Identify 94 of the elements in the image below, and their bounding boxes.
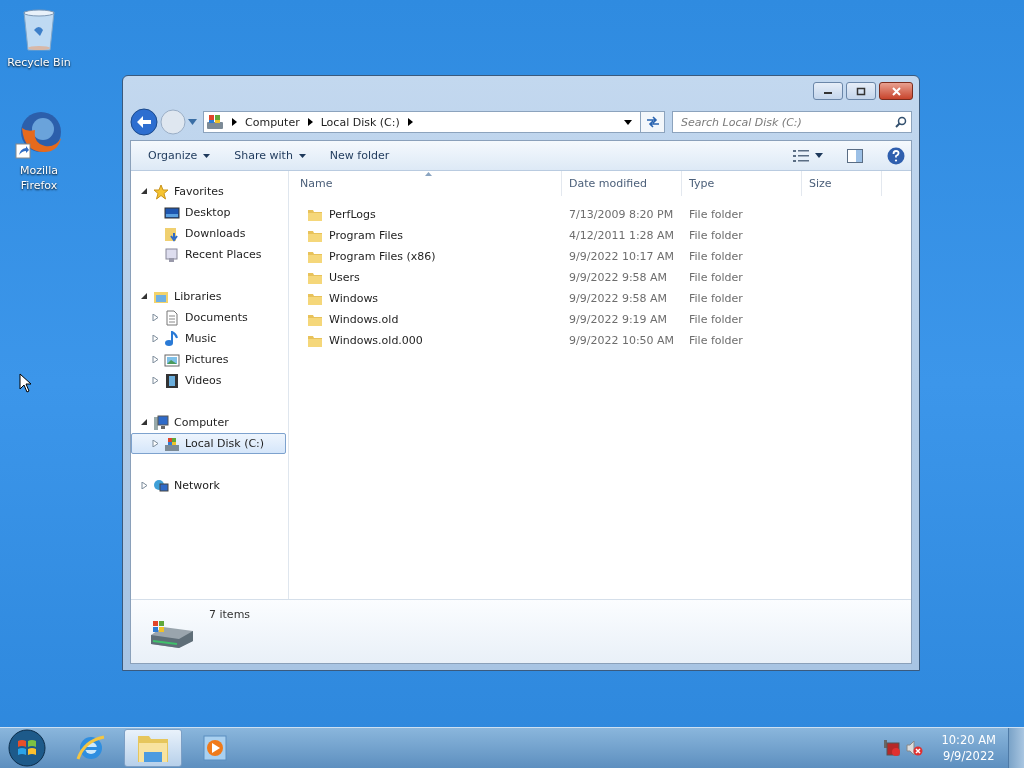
folder-icon xyxy=(307,249,323,264)
documents-icon xyxy=(164,309,180,326)
file-name[interactable]: Program Files xyxy=(329,229,404,242)
folder-icon xyxy=(307,270,323,285)
date-cell-text: 4/12/2011 1:28 AM xyxy=(568,229,676,242)
preview-pane-icon[interactable] xyxy=(847,148,863,163)
refresh-icon xyxy=(645,116,660,128)
dropdown-caret-icon[interactable] xyxy=(624,119,632,125)
nav-item[interactable]: Computer xyxy=(131,412,286,433)
breadcrumb-arrow-icon[interactable] xyxy=(232,118,237,126)
sort-arrow-icon xyxy=(425,172,432,176)
videos-icon xyxy=(164,372,180,389)
show-desktop-button[interactable] xyxy=(1008,728,1024,768)
music-icon xyxy=(164,330,180,347)
type-cell-text: File folder xyxy=(688,271,744,284)
nav-item[interactable]: Favorites xyxy=(131,181,286,202)
view-caret-icon[interactable] xyxy=(815,153,823,158)
column-header[interactable]: Date modified xyxy=(562,171,682,196)
file-name[interactable]: Windows.old xyxy=(329,313,399,326)
date-cell-text: 9/9/2022 9:58 AM xyxy=(568,292,669,305)
breadcrumb-item[interactable]: Computer xyxy=(245,115,300,129)
expander-icon[interactable] xyxy=(141,188,148,195)
nav-item[interactable]: Pictures xyxy=(131,349,286,370)
date-cell-text: 7/13/2009 8:20 PM xyxy=(568,208,675,221)
type-cell-text: File folder xyxy=(688,292,744,305)
media-player-icon xyxy=(201,734,229,762)
column-header[interactable]: Size xyxy=(802,171,882,196)
nav-item[interactable]: Music xyxy=(131,328,286,349)
breadcrumb-arrow-icon[interactable] xyxy=(407,118,413,126)
column-header[interactable]: Type xyxy=(682,171,802,196)
file-name[interactable]: Program Files (x86) xyxy=(329,250,436,263)
star-icon xyxy=(153,183,169,200)
maximize-button[interactable] xyxy=(846,82,876,100)
drive-icon xyxy=(206,114,224,130)
address-bar[interactable]: Computer Local Disk (C:) xyxy=(203,111,641,133)
pictures-icon xyxy=(164,351,180,368)
nav-item[interactable]: Network xyxy=(131,475,286,496)
search-icon xyxy=(895,116,907,128)
drive-icon xyxy=(164,435,180,452)
date-cell-text: 9/9/2022 9:19 AM xyxy=(568,313,669,326)
type-cell-text: File folder xyxy=(688,334,744,347)
expander-icon[interactable] xyxy=(141,293,148,300)
nav-item[interactable]: Documents xyxy=(131,307,286,328)
nav-item[interactable]: Videos xyxy=(131,370,286,391)
taskbar-button[interactable] xyxy=(124,729,182,767)
folder-icon xyxy=(307,333,323,348)
file-name[interactable]: Windows xyxy=(329,292,379,305)
date-cell-text: 9/9/2022 9:58 AM xyxy=(568,271,669,284)
file-name[interactable]: Users xyxy=(329,271,360,284)
caret-icon xyxy=(203,153,211,158)
type-cell-text: File folder xyxy=(688,208,744,221)
caret-icon xyxy=(298,153,306,158)
item-count: 7 items xyxy=(209,608,251,621)
downloads-icon xyxy=(164,225,180,242)
toolbar-button[interactable]: Organize xyxy=(139,146,220,165)
close-icon xyxy=(890,86,902,96)
file-name[interactable]: Windows.old.000 xyxy=(329,334,423,347)
mouse-pointer-icon xyxy=(19,373,32,393)
view-options-icon[interactable] xyxy=(793,149,809,162)
type-cell-text: File folder xyxy=(688,250,744,263)
nav-item[interactable]: Downloads xyxy=(131,223,286,244)
folder-icon xyxy=(307,228,323,243)
nav-item[interactable]: Recent Places xyxy=(131,244,286,265)
close-button[interactable] xyxy=(879,82,913,100)
expander-icon[interactable] xyxy=(141,419,148,426)
nav-item[interactable]: Local Disk (C:) xyxy=(131,433,286,454)
search-field[interactable]: Search Local Disk (C:) xyxy=(672,111,912,133)
refresh-button[interactable] xyxy=(641,111,665,133)
back-button[interactable] xyxy=(130,108,158,136)
help-icon[interactable] xyxy=(887,146,905,165)
file-name[interactable]: PerfLogs xyxy=(329,208,376,221)
nav-item[interactable]: Desktop xyxy=(131,202,286,223)
network-icon xyxy=(153,477,169,494)
computer-icon xyxy=(153,414,169,431)
toolbar-button[interactable]: Share with xyxy=(225,146,315,165)
folder-icon xyxy=(307,312,323,327)
start-button[interactable] xyxy=(8,729,46,767)
folder-icon xyxy=(307,291,323,306)
recent-pages-caret-icon[interactable] xyxy=(188,119,197,125)
type-cell-text: File folder xyxy=(688,229,744,242)
desktop-icon xyxy=(164,204,180,221)
speaker-muted-icon[interactable] xyxy=(905,739,924,757)
maximize-icon xyxy=(856,86,866,96)
type-cell-text: File folder xyxy=(688,313,744,326)
date-cell-text: 9/9/2022 10:50 AM xyxy=(568,334,676,347)
breadcrumb-arrow-icon[interactable] xyxy=(307,118,313,126)
column-header[interactable]: Name xyxy=(289,171,562,196)
folder-icon xyxy=(307,207,323,222)
nav-item[interactable]: Libraries xyxy=(131,286,286,307)
breadcrumb-item[interactable]: Local Disk (C:) xyxy=(320,115,400,129)
recycle-bin-icon[interactable] xyxy=(22,8,56,52)
minimize-button[interactable] xyxy=(813,82,843,100)
date-cell-text: 9/9/2022 10:17 AM xyxy=(568,250,676,263)
toolbar-button[interactable]: New folder xyxy=(320,146,399,165)
